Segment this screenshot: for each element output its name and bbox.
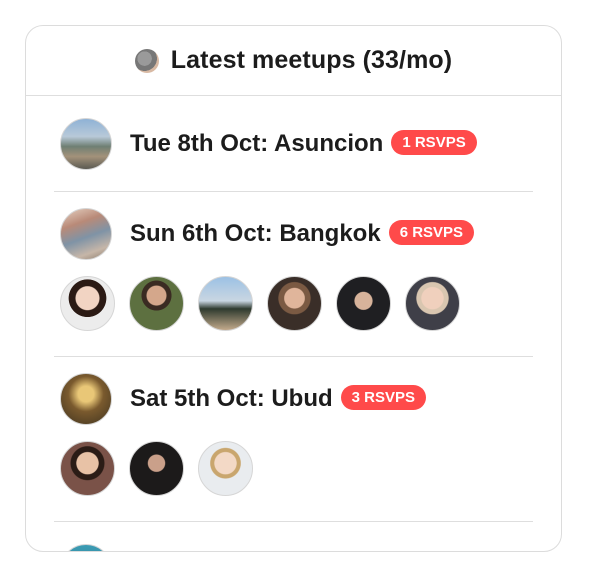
meetup-item-asuncion[interactable]: Tue 8th Oct: Asuncion 1 RSVPS (54, 97, 533, 192)
attendee-list (54, 441, 533, 521)
attendee-list (54, 276, 533, 356)
meetup-item-ubud[interactable]: Sat 5th Oct: Ubud 3 RSVPS (54, 357, 533, 522)
meetup-title[interactable]: Sat 5th Oct: Ubud (130, 385, 333, 413)
attendee-avatar[interactable] (60, 276, 115, 331)
attendee-avatar[interactable] (198, 441, 253, 496)
meetup-title[interactable]: Sun 6th Oct: Bangkok (130, 220, 381, 248)
globe-icon (134, 48, 159, 73)
attendee-avatar[interactable] (267, 276, 322, 331)
meetup-thumbnail (60, 544, 112, 551)
attendee-avatar[interactable] (336, 276, 391, 331)
meetup-thumbnail (60, 208, 112, 260)
attendee-avatar[interactable] (405, 276, 460, 331)
rsvp-badge: 3 RSVPS (340, 384, 427, 410)
card-title: Latest meetups (33/mo) (170, 46, 453, 74)
rsvp-badge: 6 RSVPS (388, 219, 475, 245)
meetups-card: Latest meetups (33/mo) Tue 8th Oct: Asun… (25, 25, 562, 552)
rsvp-badge: 1 RSVPS (391, 129, 477, 155)
card-header: Latest meetups (33/mo) (26, 26, 561, 96)
meetup-thumbnail (60, 118, 112, 170)
attendee-avatar[interactable] (129, 441, 184, 496)
attendee-avatar[interactable] (198, 276, 253, 331)
meetup-thumbnail (60, 373, 112, 425)
attendee-avatar[interactable] (60, 441, 115, 496)
meetup-item-partial[interactable] (54, 522, 533, 551)
meetup-list: Tue 8th Oct: Asuncion 1 RSVPS Sun 6th Oc… (26, 97, 561, 551)
attendee-avatar[interactable] (129, 276, 184, 331)
meetup-title[interactable]: Tue 8th Oct: Asuncion (130, 130, 383, 158)
meetup-item-bangkok[interactable]: Sun 6th Oct: Bangkok 6 RSVPS (54, 192, 533, 357)
